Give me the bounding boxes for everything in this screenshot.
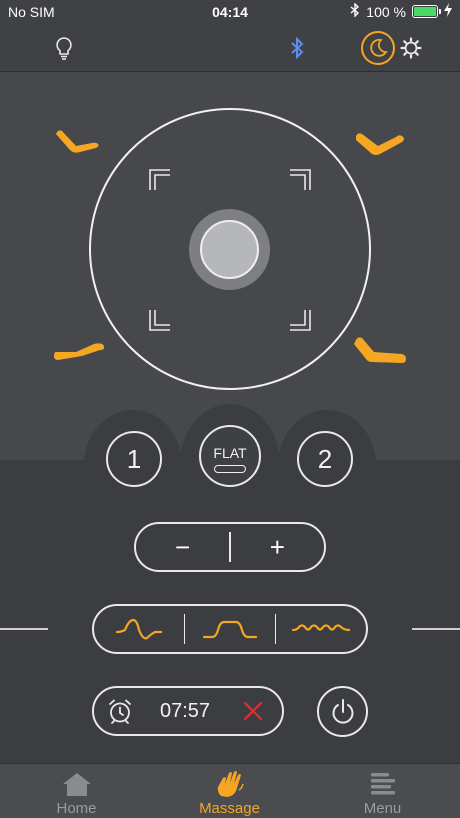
preset-2-label: 2 [317,443,333,474]
wave-pattern-2-button[interactable] [185,606,275,652]
alarm-clock-icon [109,699,131,724]
feet-up-button[interactable] [354,128,406,163]
bed-flat-icon [54,343,105,360]
minus-label: − [175,531,191,562]
bluetooth-button[interactable] [279,30,315,66]
light-button[interactable] [46,30,82,66]
moon-icon [370,38,388,57]
flat-button[interactable]: FLAT [199,425,261,487]
bed-feet-up-icon [356,133,404,155]
close-icon [243,701,263,721]
wave-plateau-icon [202,620,258,639]
corner-bottom-right [290,310,311,331]
wave-peak-icon [115,618,162,640]
top-toolbar [0,24,460,72]
massage-hand-icon [215,770,245,798]
flat-position-button[interactable] [54,340,106,369]
corner-top-right [290,169,311,190]
massage-pattern-control [92,604,368,654]
preset-1-label: 1 [126,443,142,474]
home-icon [62,770,92,798]
preset-1-button[interactable]: 1 [106,431,162,487]
preset-2-button[interactable]: 2 [297,431,353,487]
nav-menu-label: Menu [363,800,402,817]
wave-pattern-1-button[interactable] [94,606,184,652]
wave-pattern-3-button[interactable] [276,606,366,652]
bed-head-up-icon [56,130,99,153]
plus-label: + [269,531,285,562]
timer-cancel-button[interactable] [224,701,282,721]
nav-massage-label: Massage [199,800,260,817]
charging-icon [444,3,452,20]
increase-button[interactable]: + [231,524,324,570]
intensity-control: − + [134,522,326,572]
nav-massage[interactable]: Massage [153,764,306,818]
flat-label: FLAT [213,445,247,461]
menu-lines-icon [369,770,397,798]
nav-home-label: Home [56,800,97,817]
wave-ripple-icon [292,624,351,632]
corner-top-left [149,169,170,190]
timer-value: 07:57 [146,700,224,723]
bottom-nav: Home Massage Menu [0,763,460,818]
bed-zero-gravity-icon [354,337,406,363]
corner-bottom-left [149,310,170,331]
battery-percent: 100 % [366,3,406,20]
joystick-knob-inner [200,220,259,279]
status-right: 100 % [350,2,452,20]
timer-text: 07:57 [159,699,211,722]
joystick-knob[interactable] [189,209,270,290]
bluetooth-status-icon [350,2,360,20]
nav-home[interactable]: Home [0,764,153,818]
power-button[interactable] [317,686,368,737]
zero-gravity-button[interactable] [352,334,408,373]
power-icon [332,698,353,724]
divider-right [412,628,460,630]
status-bar: No SIM 04:14 100 % [0,0,460,24]
flat-bar-icon [214,465,246,473]
nav-menu[interactable]: Menu [306,764,459,818]
night-mode-button[interactable] [360,30,396,66]
settings-button[interactable] [393,30,429,66]
decrease-button[interactable]: − [136,524,229,570]
gear-icon [400,37,422,59]
head-up-button[interactable] [52,128,102,163]
battery-icon [412,5,441,18]
lightbulb-icon [56,37,72,60]
divider-left [0,628,48,630]
timer-control: 07:57 [92,686,284,736]
timer-button[interactable] [94,698,146,724]
bluetooth-icon [291,37,304,59]
